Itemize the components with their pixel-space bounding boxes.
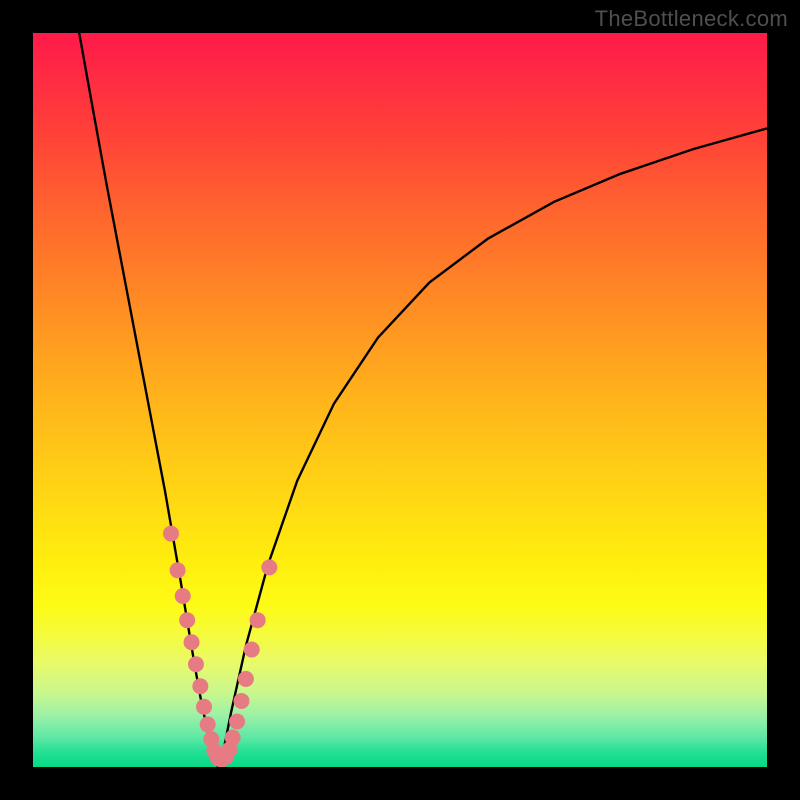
scatter-dot	[192, 678, 208, 694]
curve-lines	[79, 33, 767, 767]
scatter-dot	[261, 559, 277, 575]
scatter-dot	[184, 634, 200, 650]
scatter-dot	[163, 526, 179, 542]
scatter-dot	[225, 730, 241, 746]
scatter-dot	[188, 656, 204, 672]
scatter-dot	[170, 562, 186, 578]
scatter-dot	[175, 588, 191, 604]
scatter-dot	[179, 612, 195, 628]
watermark-text: TheBottleneck.com	[595, 6, 788, 32]
chart-frame: TheBottleneck.com	[0, 0, 800, 800]
scatter-dot	[238, 671, 254, 687]
scatter-dot	[250, 612, 266, 628]
scatter-dot	[200, 716, 216, 732]
scatter-dot	[244, 642, 260, 658]
scatter-dots	[163, 526, 277, 767]
scatter-dot	[233, 693, 249, 709]
chart-svg	[33, 33, 767, 767]
scatter-dot	[229, 713, 245, 729]
plot-area	[33, 33, 767, 767]
right-curve-path	[220, 128, 767, 767]
scatter-dot	[196, 699, 212, 715]
